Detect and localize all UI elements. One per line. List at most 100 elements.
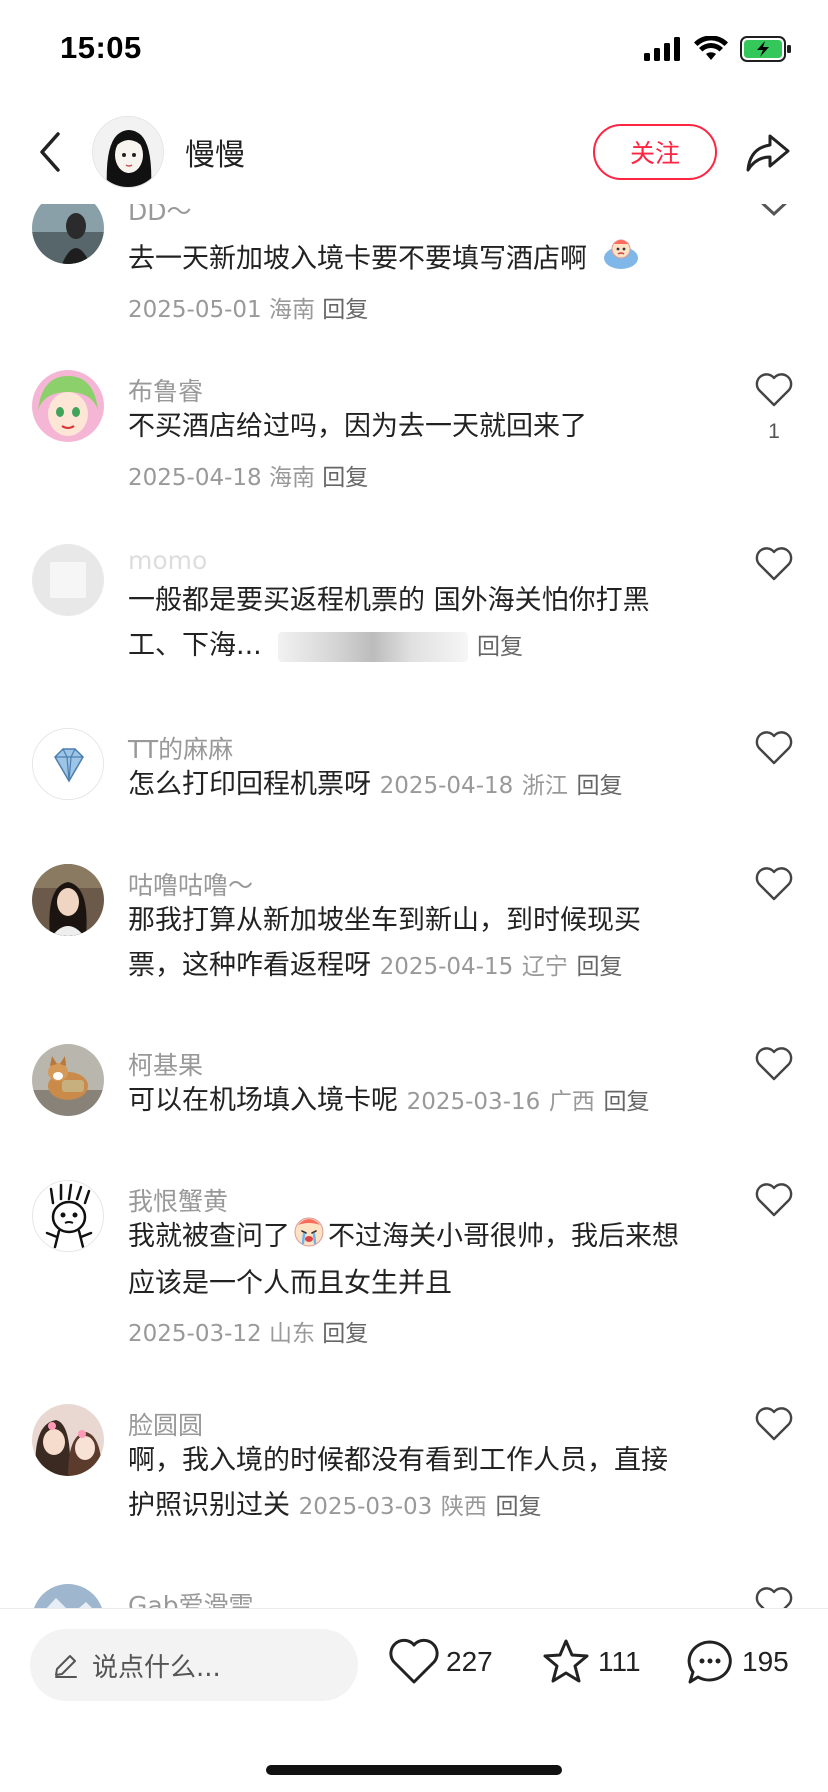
commenter-avatar[interactable]	[32, 544, 104, 616]
comment-date: 2025-03-03	[298, 1494, 433, 1520]
comment-date: 2025-03-16	[406, 1089, 541, 1115]
comment-text[interactable]: 不买酒店给过吗，因为去一天就回来了	[128, 404, 718, 449]
comment-text[interactable]: 那我打算从新加坡坐车到新山，到时候现买 票，这种咋看返程呀 2025-04-15…	[128, 898, 718, 990]
heart-icon[interactable]	[754, 370, 794, 410]
comment-location: 海南	[268, 297, 315, 323]
comment-location: 广西	[548, 1089, 595, 1115]
reply-button[interactable]: 回复	[576, 954, 622, 980]
wifi-icon	[694, 36, 728, 60]
comment-text-content: 去一天新加坡入境卡要不要填写酒店啊	[128, 243, 587, 275]
commenter-name[interactable]: 咕噜咕噜～	[128, 866, 253, 902]
author-name[interactable]: 慢慢	[185, 130, 245, 174]
commenter-name[interactable]: DD～	[128, 204, 192, 228]
reply-button[interactable]: 回复	[603, 1089, 649, 1115]
heart-icon[interactable]	[754, 864, 794, 904]
commenter-avatar[interactable]	[32, 1584, 104, 1608]
pencil-icon	[55, 1655, 77, 1678]
commenter-name[interactable]: 脸圆圆	[128, 1406, 203, 1442]
comment-text[interactable]: 怎么打印回程机票呀 2025-04-18 浙江 回复	[128, 762, 718, 809]
reply-button[interactable]: 回复	[477, 634, 523, 660]
chevron-down-icon[interactable]	[756, 204, 792, 218]
reply-button[interactable]: 回复	[322, 1321, 368, 1347]
status-icons	[644, 36, 792, 62]
chevron-left-icon	[40, 132, 60, 172]
comment-text-line2: 工、下海...	[128, 630, 262, 661]
reply-button[interactable]: 回复	[322, 297, 368, 323]
blurred-meta	[278, 631, 469, 662]
heart-icon[interactable]	[754, 1180, 794, 1220]
comment-location: 山东	[268, 1321, 315, 1347]
star-icon	[543, 1639, 589, 1683]
comment-text-part2: 不过海关小哥很帅，我后来想	[328, 1221, 679, 1252]
back-button[interactable]	[28, 126, 72, 178]
comment-meta: 2025-05-01 海南 回复	[128, 290, 368, 324]
comment-action[interactable]: 195	[684, 1637, 789, 1687]
commenter-name[interactable]: Gab爱滑雪	[128, 1586, 254, 1608]
heart-icon[interactable]	[754, 544, 794, 584]
comment-list: DD～ 去一天新加坡入境卡要不要填写酒店啊 2025-05-01 海南 回复 布…	[0, 204, 828, 1608]
author-avatar[interactable]	[92, 116, 164, 188]
heart-icon[interactable]	[754, 1584, 794, 1608]
commenter-avatar[interactable]	[32, 728, 104, 800]
comment-meta: 2025-04-18 海南 回复	[128, 458, 368, 492]
heart-icon[interactable]	[754, 1044, 794, 1084]
comment-meta: 2025-03-12 山东 回复	[128, 1314, 368, 1348]
comment-date: 2025-03-12	[128, 1321, 262, 1347]
share-button[interactable]	[744, 128, 792, 176]
comment-text-part1: 我就被查问了	[128, 1221, 290, 1252]
commenter-name[interactable]: TT的麻麻	[128, 730, 233, 766]
comment-text[interactable]: 去一天新加坡入境卡要不要填写酒店啊	[128, 236, 718, 284]
commenter-avatar[interactable]	[32, 204, 104, 264]
comment-text-content: 怎么打印回程机票呀	[128, 769, 371, 800]
comment-count: 195	[742, 1646, 789, 1677]
like-count: 1	[768, 420, 780, 443]
home-indicator[interactable]	[266, 1765, 562, 1775]
signal-icon	[644, 37, 680, 61]
commenter-name[interactable]: momo	[128, 546, 207, 575]
reply-button[interactable]: 回复	[576, 773, 622, 799]
crying-emoji-icon	[292, 1215, 326, 1261]
reply-button[interactable]: 回复	[322, 465, 368, 491]
commenter-avatar[interactable]	[32, 1044, 104, 1116]
comment-location: 海南	[268, 465, 315, 491]
commenter-name[interactable]: 我恨蟹黄	[128, 1182, 228, 1218]
commenter-name[interactable]: 布鲁睿	[128, 372, 203, 408]
like-action[interactable]: 227	[388, 1637, 493, 1687]
follow-button[interactable]: 关注	[593, 124, 717, 180]
battery-icon	[740, 36, 791, 62]
comment-text-content: 可以在机场填入境卡呢	[128, 1085, 398, 1116]
commenter-avatar[interactable]	[32, 1404, 104, 1476]
comment-text-line1: 一般都是要买返程机票的 国外海关怕你打黑	[128, 585, 650, 616]
comment-date: 2025-04-15	[379, 954, 514, 980]
note-header: 慢慢 关注	[0, 100, 828, 204]
comment-text[interactable]: 可以在机场填入境卡呢 2025-03-16 广西 回复	[128, 1078, 718, 1125]
comment-location: 浙江	[521, 773, 568, 799]
comment-text[interactable]: 我就被查问了 不过海关小哥很帅，我后来想 应该是一个人而且女生并且	[128, 1214, 718, 1306]
comment-date: 2025-04-18	[128, 465, 262, 491]
collect-action[interactable]: 111	[540, 1637, 641, 1687]
commenter-avatar[interactable]	[32, 1180, 104, 1252]
heart-icon[interactable]	[754, 1404, 794, 1444]
collect-count: 111	[598, 1646, 641, 1677]
commenter-name[interactable]: 柯基果	[128, 1046, 203, 1082]
comment-bubble-icon	[687, 1640, 732, 1684]
reply-button[interactable]: 回复	[495, 1494, 541, 1520]
comment-text[interactable]: 啊，我入境的时候都没有看到工作人员，直接 护照识别过关 2025-03-03 陕…	[128, 1438, 718, 1530]
comment-input[interactable]: 说点什么...	[30, 1629, 358, 1701]
bottom-action-bar: 说点什么... 227 111 195	[0, 1608, 828, 1792]
commenter-avatar[interactable]	[32, 864, 104, 936]
like-count: 227	[446, 1646, 493, 1677]
comment-date: 2025-04-18	[379, 773, 514, 799]
comment-date: 2025-05-01	[128, 297, 262, 323]
status-time: 15:05	[60, 30, 142, 65]
status-bar: 15:05	[0, 0, 828, 100]
comment-location: 辽宁	[521, 954, 568, 980]
comment-text[interactable]: 一般都是要买返程机票的 国外海关怕你打黑 工、下海... 回复	[128, 578, 718, 670]
heart-icon[interactable]	[754, 728, 794, 768]
share-icon	[746, 134, 790, 172]
commenter-avatar[interactable]	[32, 370, 104, 442]
crying-emoji-icon	[602, 236, 640, 284]
comment-text-line2: 护照识别过关	[128, 1490, 290, 1521]
comment-text-line1: 那我打算从新加坡坐车到新山，到时候现买	[128, 905, 641, 936]
comment-text-line2: 应该是一个人而且女生并且	[128, 1267, 452, 1299]
